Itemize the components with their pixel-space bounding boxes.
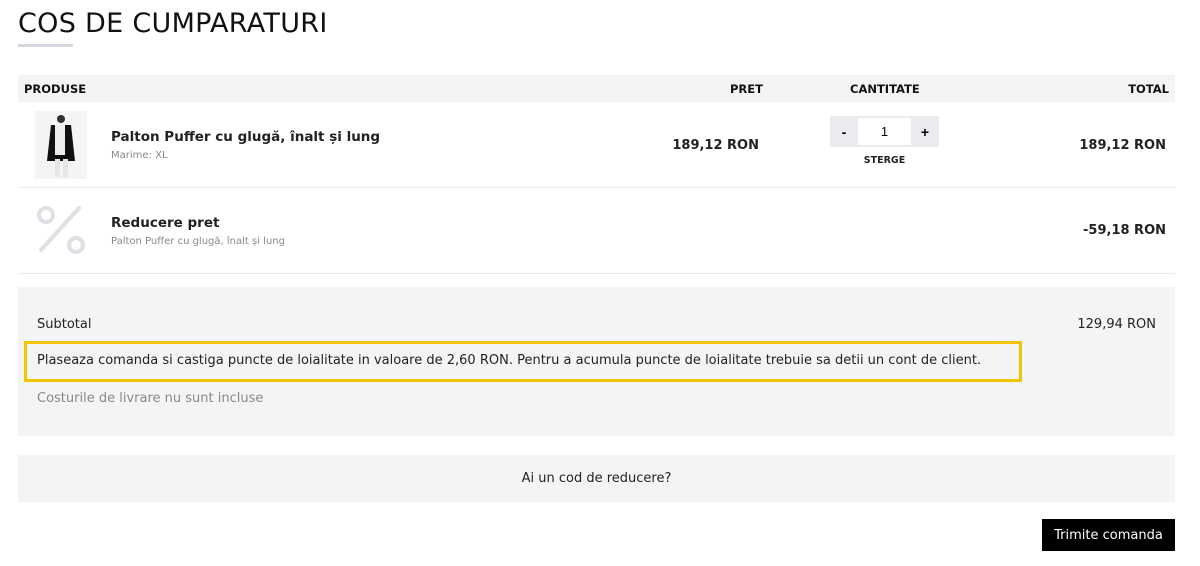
remove-item-link[interactable]: STERGE <box>830 155 939 166</box>
discount-detail: Palton Puffer cu glugă, înalt și lung <box>111 236 285 247</box>
header-price: PRET <box>730 82 763 96</box>
header-quantity: CANTITATE <box>850 82 920 96</box>
product-total: 189,12 RON <box>1079 138 1166 153</box>
discount-code-toggle[interactable]: Ai un cod de reducere? <box>18 455 1175 502</box>
subtotal-label: Subtotal <box>37 317 92 332</box>
discount-total: -59,18 RON <box>1083 223 1166 238</box>
page-title: COS DE CUMPARATURI <box>18 8 328 39</box>
decrease-quantity-button[interactable]: - <box>830 116 858 147</box>
discount-name: Reducere pret <box>111 215 220 231</box>
increase-quantity-button[interactable]: + <box>911 116 939 147</box>
quantity-stepper: - + <box>830 116 939 147</box>
table-row: Palton Puffer cu glugă, înalt și lung Ma… <box>18 102 1175 188</box>
header-total: TOTAL <box>1128 82 1169 96</box>
submit-order-button[interactable]: Trimite comanda <box>1042 519 1175 551</box>
product-price: 189,12 RON <box>672 138 759 153</box>
product-name[interactable]: Palton Puffer cu glugă, înalt și lung <box>111 129 380 145</box>
shipping-note: Costurile de livrare nu sunt incluse <box>37 391 264 406</box>
subtotal-value: 129,94 RON <box>1077 317 1156 332</box>
loyalty-note: Plaseaza comanda si castiga puncte de lo… <box>24 341 1022 382</box>
title-underline <box>18 44 73 47</box>
header-products: PRODUSE <box>24 82 87 96</box>
product-size: Marime: XL <box>111 150 168 161</box>
table-header: PRODUSE PRET CANTITATE TOTAL <box>18 75 1175 102</box>
product-image[interactable] <box>35 111 87 179</box>
percent-icon <box>35 204 87 260</box>
quantity-input[interactable] <box>858 118 911 145</box>
table-row: Reducere pret Palton Puffer cu glugă, în… <box>18 188 1175 274</box>
order-summary: Subtotal 129,94 RON Plaseaza comanda si … <box>18 287 1175 436</box>
